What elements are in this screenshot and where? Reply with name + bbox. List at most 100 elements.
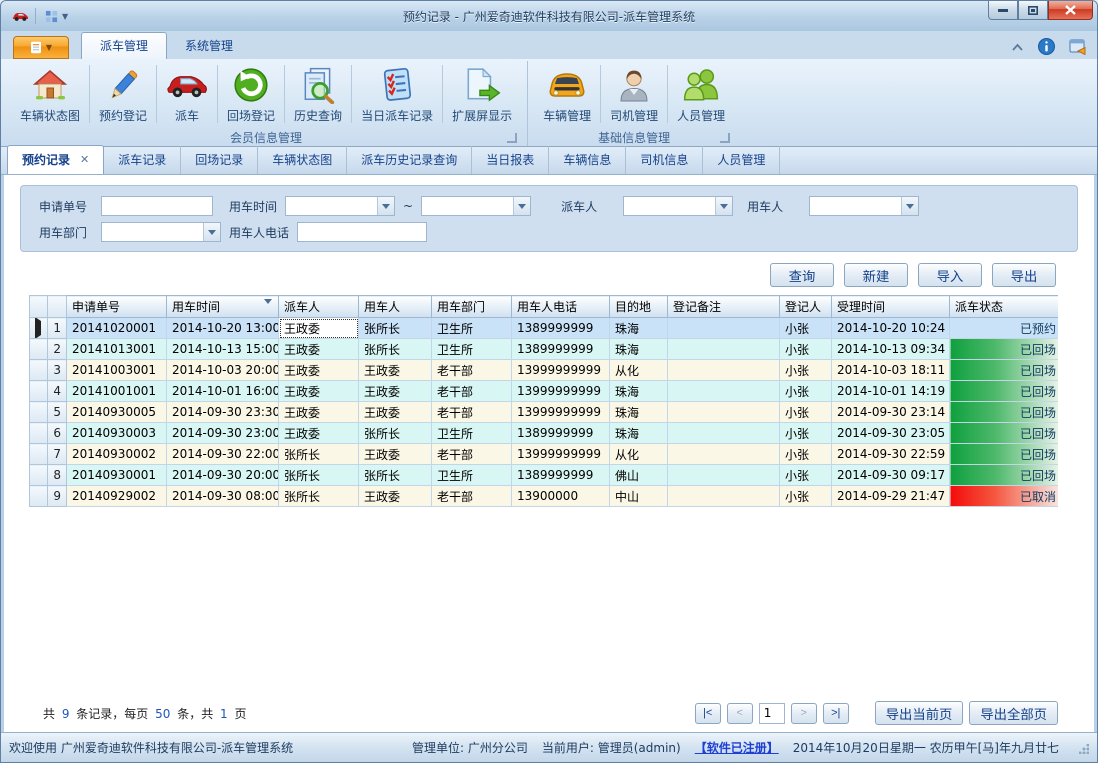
doc-tab-vehicle-info[interactable]: 车辆信息 [549, 146, 626, 174]
grid-cell[interactable]: 老干部 [432, 486, 512, 507]
ribbon-tab-0[interactable]: 派车管理 [81, 32, 167, 59]
license-link[interactable]: 【软件已注册】 [695, 739, 779, 756]
department-combo[interactable] [101, 222, 221, 242]
grid-cell[interactable]: 2014-09-30 23:30 [167, 402, 279, 423]
grid-cell[interactable]: 王政委 [359, 381, 432, 402]
grid-column-header-7[interactable]: 登记备注 [668, 296, 780, 318]
table-row[interactable]: 9201409290022014-09-30 08:00张所长王政委老干部139… [30, 486, 1059, 507]
grid-cell[interactable]: 珠海 [610, 318, 668, 339]
grid-cell[interactable] [668, 423, 780, 444]
title-bar[interactable]: ▼ 预约记录 - 广州爱奇迪软件科技有限公司-派车管理系统 [1, 1, 1097, 31]
first-page-button[interactable]: |< [695, 703, 721, 724]
doc-tab-personnel-mgmt[interactable]: 人员管理 [703, 146, 780, 174]
grid-column-header-0[interactable]: 申请单号 [67, 296, 167, 318]
chevron-down-icon[interactable] [513, 197, 530, 215]
grid-cell[interactable]: 20141013001 [67, 339, 167, 360]
grid-cell[interactable]: 2014-10-03 18:11 [832, 360, 950, 381]
export-all-pages-button[interactable]: 导出全部页 [969, 701, 1058, 725]
ribbon-button-vehicle-status-map[interactable]: 车辆状态图 [11, 61, 89, 127]
chevron-down-icon[interactable] [203, 223, 220, 241]
grid-cell[interactable]: 小张 [780, 423, 832, 444]
grid-cell[interactable]: 卫生所 [432, 465, 512, 486]
grid-cell[interactable]: 张所长 [359, 465, 432, 486]
grid-cell[interactable]: 王政委 [279, 381, 359, 402]
ribbon-button-dispatch[interactable]: 派车 [157, 61, 217, 127]
grid-cell[interactable]: 20140930002 [67, 444, 167, 465]
grid-cell[interactable]: 20140930003 [67, 423, 167, 444]
grid-cell[interactable] [668, 402, 780, 423]
grid-column-header-10[interactable]: 派车状态 [950, 296, 1059, 318]
grid-column-header-8[interactable]: 登记人 [780, 296, 832, 318]
grid-cell[interactable]: 老干部 [432, 360, 512, 381]
grid-cell[interactable]: 小张 [780, 339, 832, 360]
grid-column-header-6[interactable]: 目的地 [610, 296, 668, 318]
grid-cell[interactable] [668, 339, 780, 360]
row-selector-cell[interactable] [30, 339, 48, 360]
grid-cell[interactable]: 中山 [610, 486, 668, 507]
grid-cell[interactable]: 20140930001 [67, 465, 167, 486]
ribbon-button-return-register[interactable]: 回场登记 [218, 61, 284, 127]
export-button[interactable]: 导出 [992, 263, 1056, 287]
new-button[interactable]: 新建 [844, 263, 908, 287]
grid-cell[interactable]: 2014-10-13 15:00 [167, 339, 279, 360]
dispatcher-combo[interactable] [623, 196, 733, 216]
doc-tab-daily-report[interactable]: 当日报表 [472, 146, 549, 174]
grid-column-header-5[interactable]: 用车人电话 [512, 296, 610, 318]
grid-cell[interactable]: 张所长 [279, 486, 359, 507]
ribbon-button-history-query[interactable]: 历史查询 [285, 61, 351, 127]
grid-cell[interactable]: 王政委 [359, 444, 432, 465]
grid-cell[interactable]: 20141001001 [67, 381, 167, 402]
chevron-down-icon[interactable] [901, 197, 918, 215]
grid-cell[interactable] [668, 360, 780, 381]
table-row[interactable]: 6201409300032014-09-30 23:00王政委张所长卫生所138… [30, 423, 1059, 444]
grid-cell[interactable]: 卫生所 [432, 318, 512, 339]
page-number-input[interactable] [759, 703, 785, 724]
ribbon-button-reservation-register[interactable]: 预约登记 [90, 61, 156, 127]
ribbon-button-driver-mgmt[interactable]: 司机管理 [601, 61, 667, 127]
grid-cell[interactable]: 13999999999 [512, 360, 610, 381]
grid-cell[interactable]: 老干部 [432, 444, 512, 465]
grid-cell[interactable]: 小张 [780, 360, 832, 381]
grid-cell[interactable]: 20140930005 [67, 402, 167, 423]
grid-cell[interactable]: 2014-09-30 08:00 [167, 486, 279, 507]
doc-tab-dispatch-history-query[interactable]: 派车历史记录查询 [347, 146, 472, 174]
chevron-down-icon[interactable] [377, 197, 394, 215]
grid-cell[interactable]: 1389999999 [512, 465, 610, 486]
grid-cell[interactable]: 1389999999 [512, 423, 610, 444]
table-row[interactable]: 2201410130012014-10-13 15:00王政委张所长卫生所138… [30, 339, 1059, 360]
grid-cell[interactable]: 20141020001 [67, 318, 167, 339]
grid-cell[interactable]: 张所长 [359, 423, 432, 444]
grid-cell[interactable] [668, 486, 780, 507]
grid-cell[interactable]: 王政委 [279, 318, 359, 339]
grid-cell[interactable]: 2014-10-01 16:00 [167, 381, 279, 402]
table-row[interactable]: 7201409300022014-09-30 22:00张所长王政委老干部139… [30, 444, 1059, 465]
row-selector-cell[interactable] [30, 381, 48, 402]
grid-cell[interactable]: 佛山 [610, 465, 668, 486]
grid-cell[interactable]: 1389999999 [512, 339, 610, 360]
doc-tab-dispatch-records[interactable]: 派车记录 [104, 146, 181, 174]
query-button[interactable]: 查询 [770, 263, 834, 287]
table-row[interactable]: 1201410200012014-10-20 13:00王政委张所长卫生所138… [30, 318, 1059, 339]
grid-cell[interactable]: 珠海 [610, 339, 668, 360]
grid-cell[interactable]: 王政委 [359, 486, 432, 507]
grid-cell[interactable]: 从化 [610, 360, 668, 381]
doc-tab-vehicle-status-map[interactable]: 车辆状态图 [258, 146, 347, 174]
grid-cell[interactable]: 20141003001 [67, 360, 167, 381]
table-row[interactable]: 3201410030012014-10-03 20:00王政委王政委老干部139… [30, 360, 1059, 381]
grid-cell[interactable]: 王政委 [279, 423, 359, 444]
grid-cell[interactable]: 1389999999 [512, 318, 610, 339]
close-button[interactable] [1048, 1, 1093, 20]
grid-cell[interactable]: 13900000 [512, 486, 610, 507]
grid-cell[interactable]: 王政委 [279, 402, 359, 423]
apply-no-input[interactable] [101, 196, 213, 216]
quick-access-grid-icon[interactable] [42, 8, 60, 24]
grid-cell[interactable]: 张所长 [279, 444, 359, 465]
grid-cell[interactable]: 王政委 [359, 360, 432, 381]
grid-cell[interactable]: 2014-09-30 22:00 [167, 444, 279, 465]
grid-cell[interactable]: 张所长 [359, 318, 432, 339]
grid-cell[interactable]: 珠海 [610, 423, 668, 444]
grid-cell[interactable]: 2014-09-30 09:17 [832, 465, 950, 486]
grid-cell[interactable] [668, 465, 780, 486]
row-selector-cell[interactable] [30, 486, 48, 507]
app-menu-button[interactable]: ▼ [13, 36, 69, 59]
